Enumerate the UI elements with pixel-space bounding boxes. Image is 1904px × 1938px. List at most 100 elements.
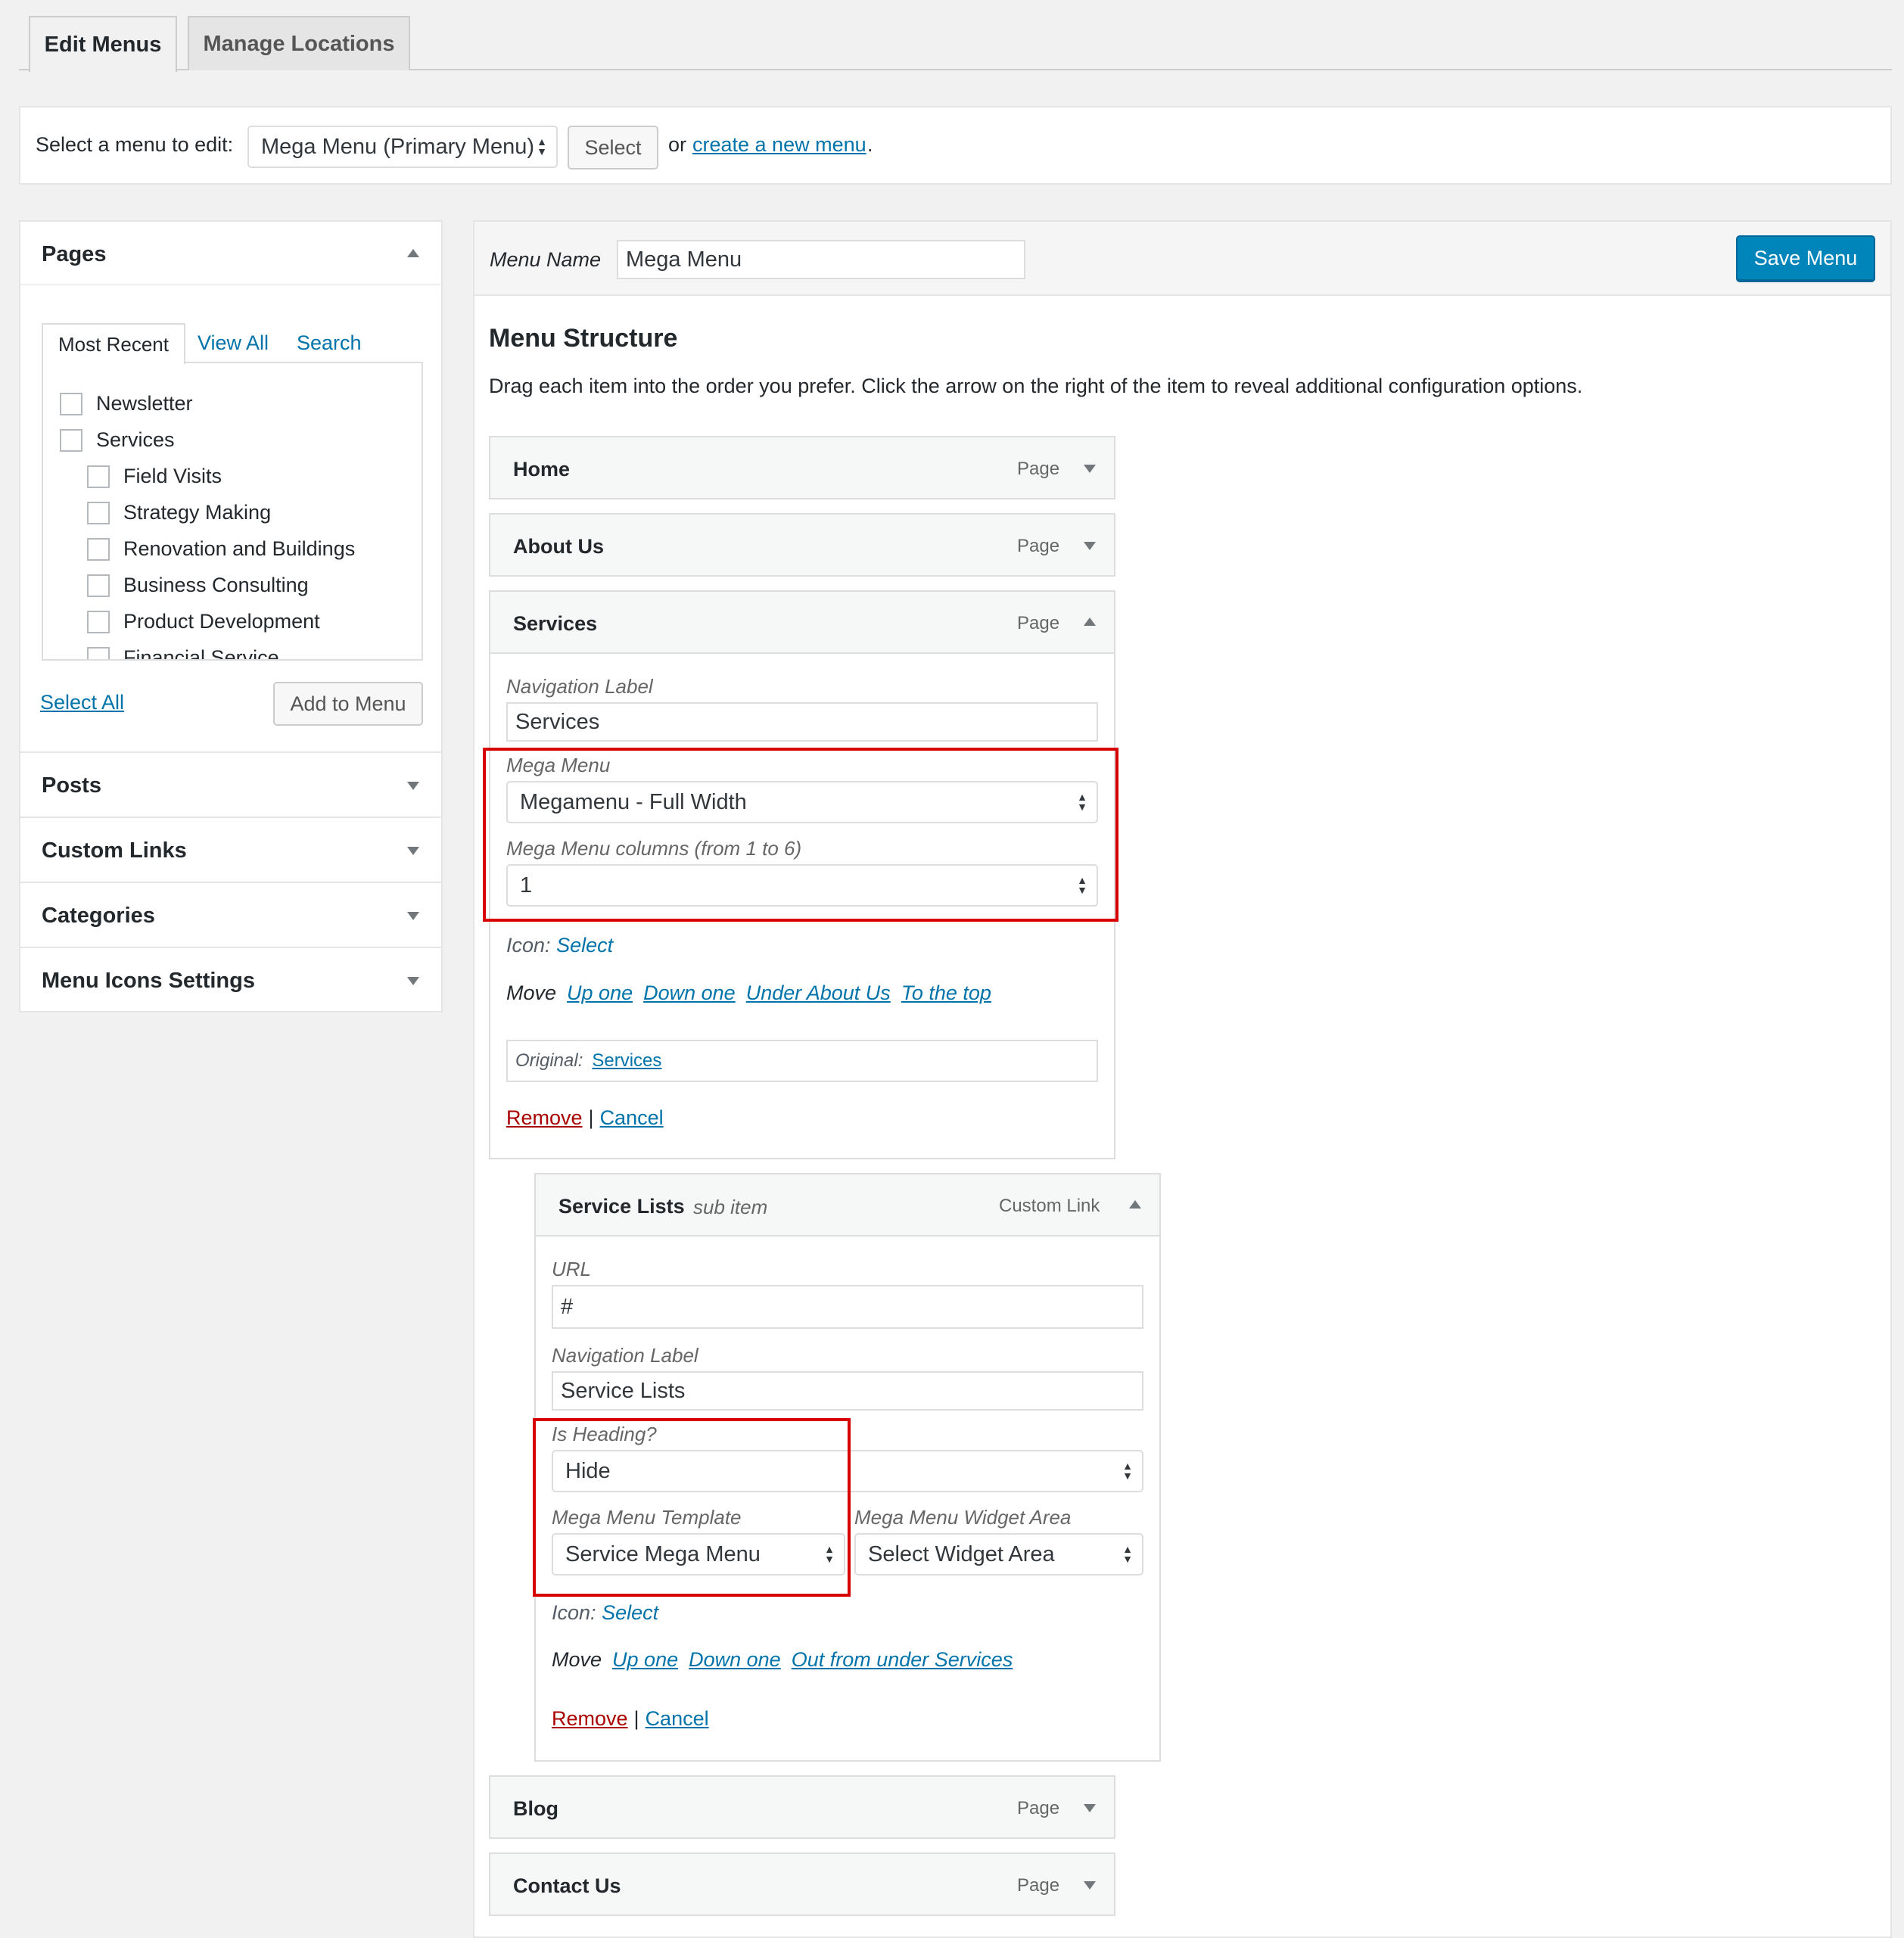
add-to-menu-label: Add to Menu	[290, 692, 406, 715]
move-down-one-link[interactable]: Down one	[643, 981, 736, 1005]
remove-link[interactable]: Remove	[506, 1106, 583, 1130]
page-checkbox-item[interactable]: Services	[60, 428, 175, 452]
pages-section-title: Pages	[42, 242, 107, 266]
move-down-one-link[interactable]: Down one	[689, 1648, 781, 1672]
select-arrows-icon: ▲ ▼	[1077, 791, 1087, 813]
mega-menu-select[interactable]: Megamenu - Full Width ▲ ▼	[506, 781, 1098, 823]
tab-edit-menus[interactable]: Edit Menus	[29, 16, 177, 72]
save-menu-button[interactable]: Save Menu	[1736, 235, 1875, 281]
url-input[interactable]: #	[552, 1285, 1143, 1329]
url-value: #	[561, 1294, 574, 1319]
checkbox[interactable]	[60, 428, 82, 452]
menu-item-type: Page	[1017, 1875, 1060, 1896]
menu-item-title: Services	[513, 612, 598, 635]
tab-manage-locations[interactable]: Manage Locations	[188, 16, 410, 70]
move-to-top-link[interactable]: To the top	[901, 981, 991, 1005]
cancel-link[interactable]: Cancel	[646, 1707, 709, 1731]
widget-area-caption: Mega Menu Widget Area	[854, 1506, 1072, 1529]
menu-item-contact-us[interactable]: Contact Us Page	[489, 1852, 1115, 1916]
cancel-link[interactable]: Cancel	[600, 1106, 664, 1130]
checkbox[interactable]	[60, 392, 82, 415]
is-heading-value: Hide	[565, 1458, 611, 1483]
accordion-posts[interactable]: Posts	[20, 751, 441, 817]
is-heading-select[interactable]: Hide ▲ ▼	[552, 1450, 1143, 1492]
menu-item-service-lists[interactable]: Service Lists sub item Custom Link	[534, 1173, 1161, 1237]
item-toggle-down-icon[interactable]	[1084, 465, 1096, 473]
page-item-label: Newsletter	[96, 392, 193, 415]
menu-editor-header: Menu Name Mega Menu Save Menu	[474, 222, 1890, 296]
item-toggle-up-icon[interactable]	[1129, 1200, 1141, 1209]
page-checkbox-item[interactable]: Financial Service	[87, 646, 279, 661]
is-heading-caption: Is Heading?	[552, 1423, 657, 1445]
navigation-label-input[interactable]: Services	[506, 702, 1098, 742]
move-up-one-link[interactable]: Up one	[612, 1648, 678, 1672]
add-to-menu-button[interactable]: Add to Menu	[273, 682, 423, 726]
icon-caption: Icon:	[506, 934, 551, 957]
move-under-about-us-link[interactable]: Under About Us	[746, 981, 891, 1005]
add-items-sidebar: Pages Most Recent View All Search Newsle…	[19, 220, 443, 1013]
accordion-categories[interactable]: Categories	[20, 882, 441, 947]
move-up-one-link[interactable]: Up one	[567, 981, 633, 1005]
select-all-link[interactable]: Select All	[40, 691, 124, 714]
menu-item-about-us[interactable]: About Us Page	[489, 513, 1115, 577]
mega-menu-value: Megamenu - Full Width	[520, 789, 747, 814]
remove-cancel-row: Remove | Cancel	[552, 1707, 709, 1731]
page-item-label: Strategy Making	[123, 501, 272, 524]
mega-menu-columns-value: 1	[520, 873, 533, 897]
mega-menu-template-select[interactable]: Service Mega Menu ▲ ▼	[552, 1533, 845, 1576]
checkbox[interactable]	[87, 501, 110, 524]
item-toggle-down-icon[interactable]	[1084, 1881, 1096, 1890]
select-button[interactable]: Select	[568, 126, 658, 170]
page-item-label: Renovation and Buildings	[123, 537, 356, 560]
accordion-custom-links-title: Custom Links	[42, 838, 187, 863]
nav-label-caption: Navigation Label	[506, 675, 653, 698]
remove-cancel-row: Remove | Cancel	[506, 1106, 664, 1130]
menu-item-type: Page	[1017, 459, 1060, 479]
menu-item-type: Page	[1017, 536, 1060, 556]
menu-item-services[interactable]: Services Page	[489, 590, 1115, 654]
checkbox[interactable]	[87, 574, 110, 597]
menu-item-title: Blog	[513, 1797, 558, 1820]
mega-menu-columns-select[interactable]: 1 ▲ ▼	[506, 864, 1098, 907]
or-text: or	[668, 133, 687, 156]
tab-view-all[interactable]: View All	[198, 331, 269, 355]
widget-area-select[interactable]: Select Widget Area ▲ ▼	[854, 1533, 1143, 1576]
page-checkbox-item[interactable]: Strategy Making	[87, 501, 271, 524]
accordion-custom-links[interactable]: Custom Links	[20, 817, 441, 882]
navigation-label-input[interactable]: Service Lists	[552, 1371, 1143, 1411]
icon-select-link[interactable]: Select	[602, 1601, 658, 1624]
item-toggle-up-icon[interactable]	[1084, 617, 1096, 626]
original-services-link[interactable]: Services	[592, 1050, 661, 1072]
page-item-label: Financial Service	[123, 646, 279, 661]
mega-menu-template-value: Service Mega Menu	[565, 1541, 761, 1566]
mega-menu-caption: Mega Menu	[506, 754, 611, 776]
page-checkbox-item[interactable]: Product Development	[87, 610, 320, 633]
move-caption: Move	[552, 1648, 602, 1671]
icon-select-link[interactable]: Select	[556, 934, 613, 957]
pages-section-header[interactable]: Pages	[20, 222, 441, 285]
menu-item-type: Page	[1017, 1798, 1060, 1818]
page-checkbox-item[interactable]: Business Consulting	[87, 574, 309, 597]
remove-link[interactable]: Remove	[552, 1707, 628, 1731]
checkbox[interactable]	[87, 610, 110, 633]
move-out-from-under-services-link[interactable]: Out from under Services	[792, 1648, 1013, 1672]
menu-select-dropdown[interactable]: Mega Menu (Primary Menu) ▲ ▼	[247, 126, 558, 168]
checkbox[interactable]	[87, 537, 110, 561]
menu-item-blog[interactable]: Blog Page	[489, 1775, 1115, 1839]
menu-item-title: Service Lists	[558, 1195, 685, 1218]
item-toggle-down-icon[interactable]	[1084, 542, 1096, 550]
checkbox[interactable]	[87, 465, 110, 488]
accordion-menu-icons-settings[interactable]: Menu Icons Settings	[20, 947, 441, 1012]
create-new-menu-link[interactable]: create a new menu	[692, 133, 866, 157]
page-checkbox-item[interactable]: Newsletter	[60, 392, 193, 415]
page-checkbox-item[interactable]: Field Visits	[87, 465, 222, 488]
menu-name-input[interactable]: Mega Menu	[617, 240, 1025, 279]
menu-item-home[interactable]: Home Page	[489, 436, 1115, 499]
checkbox[interactable]	[87, 646, 110, 659]
page-checkbox-item[interactable]: Renovation and Buildings	[87, 537, 355, 561]
item-toggle-down-icon[interactable]	[1084, 1804, 1096, 1812]
tab-search[interactable]: Search	[297, 331, 362, 355]
tab-most-recent[interactable]: Most Recent	[42, 323, 185, 364]
tab-manage-locations-label: Manage Locations	[203, 31, 395, 56]
move-row: Move Up one Down one Out from under Serv…	[552, 1648, 1013, 1672]
